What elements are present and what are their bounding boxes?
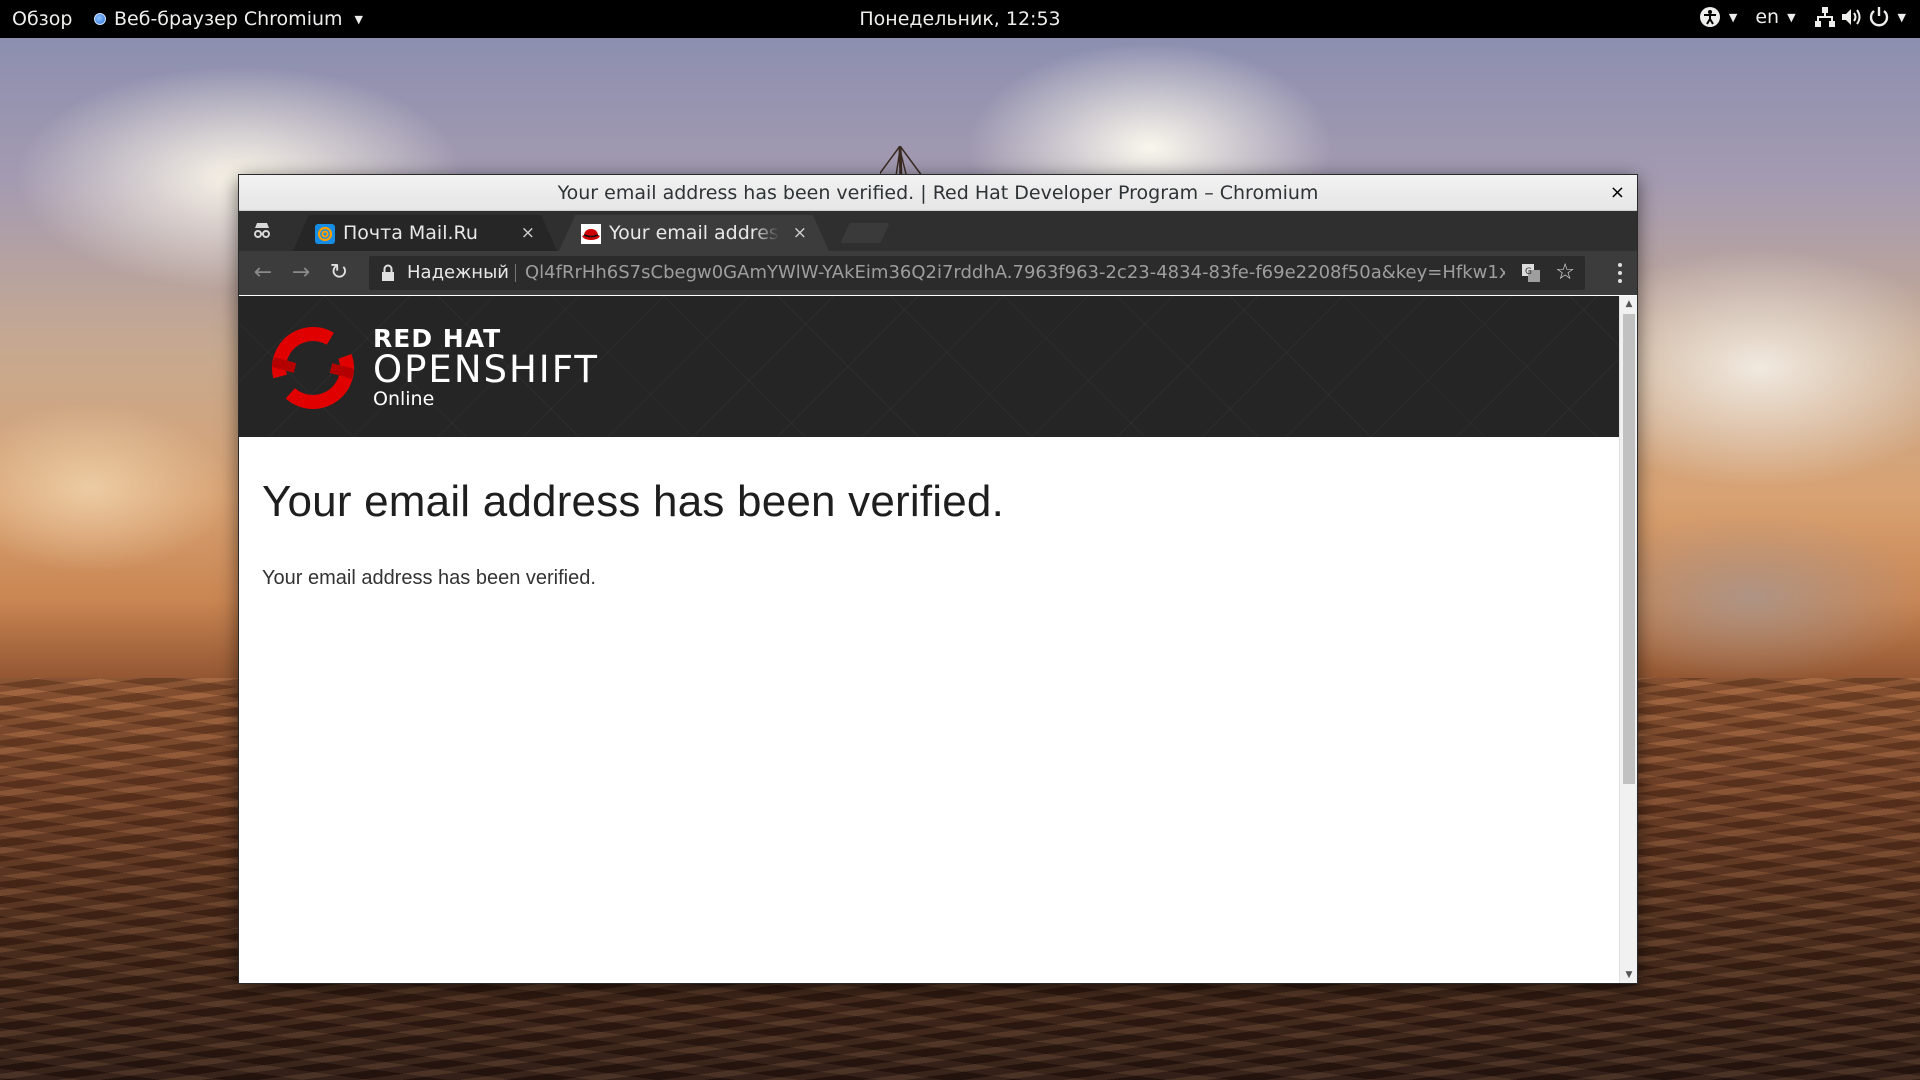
scroll-down-arrow-icon[interactable]: ▼ bbox=[1620, 967, 1637, 983]
window-close-button[interactable]: × bbox=[1610, 175, 1625, 211]
clock[interactable]: Понедельник, 12:53 bbox=[0, 8, 1920, 30]
mailru-at-icon bbox=[315, 224, 335, 244]
browser-toolbar: ← → ↻ Надежный Ql4fRrHh6S7sCbegw0GAmYWlW… bbox=[239, 251, 1637, 295]
page-content: Your email address has been verified. Yo… bbox=[262, 477, 1004, 590]
scroll-thumb[interactable] bbox=[1623, 314, 1635, 784]
omnibox-divider bbox=[515, 264, 516, 282]
language-menu[interactable]: en ▼ bbox=[1755, 6, 1795, 28]
chromium-window: Your email address has been verified. | … bbox=[238, 174, 1638, 984]
page-scrollbar[interactable]: ▲ ▼ bbox=[1619, 296, 1637, 983]
window-title: Your email address has been verified. | … bbox=[557, 182, 1319, 204]
gnome-top-bar: Обзор Веб-браузер Chromium ▼ Понедельник… bbox=[0, 0, 1920, 38]
chevron-down-icon: ▼ bbox=[1787, 10, 1796, 24]
tab-strip: Почта Mail.Ru × Your email address has b… bbox=[239, 211, 1637, 251]
browser-menu-button[interactable] bbox=[1617, 261, 1623, 285]
site-header: RED HAT OPENSHIFT Online bbox=[239, 296, 1619, 437]
accessibility-menu[interactable]: ▼ bbox=[1699, 6, 1737, 28]
logo-product: OPENSHIFT bbox=[373, 348, 599, 391]
volume-icon bbox=[1841, 9, 1861, 25]
incognito-icon[interactable] bbox=[251, 219, 273, 241]
new-tab-button[interactable] bbox=[840, 223, 890, 243]
tab-redhat-verified[interactable]: Your email address has been verified. | … bbox=[559, 215, 829, 251]
arrow-right-icon: → bbox=[291, 260, 311, 285]
logo-text: RED HAT OPENSHIFT Online bbox=[373, 326, 599, 411]
language-label: en bbox=[1755, 6, 1780, 28]
accessibility-icon bbox=[1699, 7, 1720, 27]
translate-icon[interactable]: G bbox=[1521, 263, 1541, 283]
lock-icon bbox=[382, 264, 394, 281]
tab-mailru[interactable]: Почта Mail.Ru × bbox=[293, 215, 557, 251]
page-viewport: RED HAT OPENSHIFT Online Your email addr… bbox=[239, 296, 1637, 983]
menu-dot bbox=[1618, 271, 1622, 275]
menu-dot bbox=[1618, 263, 1622, 267]
url-text[interactable]: Ql4fRrHh6S7sCbegw0GAmYWlW-YAkEim36Q2i7rd… bbox=[525, 256, 1505, 290]
verification-message: Your email address has been verified. bbox=[262, 567, 596, 589]
tab-label: Your email address has been verified. | … bbox=[609, 222, 779, 244]
power-icon bbox=[1869, 7, 1888, 27]
status-menu[interactable]: ▼ bbox=[1814, 6, 1906, 28]
bookmark-star-icon[interactable]: ☆ bbox=[1555, 256, 1575, 290]
system-tray: ▼ en ▼ ▼ bbox=[1699, 6, 1906, 28]
chevron-down-icon: ▼ bbox=[1728, 10, 1738, 24]
logo-edition: Online bbox=[373, 388, 435, 410]
security-label[interactable]: Надежный bbox=[407, 256, 509, 290]
redhat-icon bbox=[581, 224, 601, 244]
openshift-logo-icon bbox=[271, 327, 355, 409]
window-titlebar[interactable]: Your email address has been verified. | … bbox=[239, 175, 1637, 211]
tab-label: Почта Mail.Ru bbox=[343, 222, 478, 244]
scroll-up-arrow-icon[interactable]: ▲ bbox=[1620, 296, 1637, 312]
reload-button[interactable]: ↻ bbox=[327, 261, 351, 285]
forward-button[interactable]: → bbox=[289, 261, 313, 285]
menu-dot bbox=[1618, 279, 1622, 283]
arrow-left-icon: ← bbox=[253, 260, 273, 285]
openshift-logo[interactable]: RED HAT OPENSHIFT Online bbox=[267, 322, 599, 414]
page-title: Your email address has been verified. bbox=[262, 477, 1004, 526]
tab-close-button[interactable]: × bbox=[793, 215, 807, 251]
tab-close-button[interactable]: × bbox=[521, 215, 535, 251]
reload-icon: ↻ bbox=[329, 260, 349, 285]
chevron-down-icon: ▼ bbox=[1897, 10, 1906, 24]
back-button[interactable]: ← bbox=[251, 261, 275, 285]
address-bar[interactable]: Надежный Ql4fRrHh6S7sCbegw0GAmYWlW-YAkEi… bbox=[369, 256, 1585, 290]
svg-text:G: G bbox=[1525, 267, 1532, 277]
network-icon bbox=[1814, 7, 1835, 27]
